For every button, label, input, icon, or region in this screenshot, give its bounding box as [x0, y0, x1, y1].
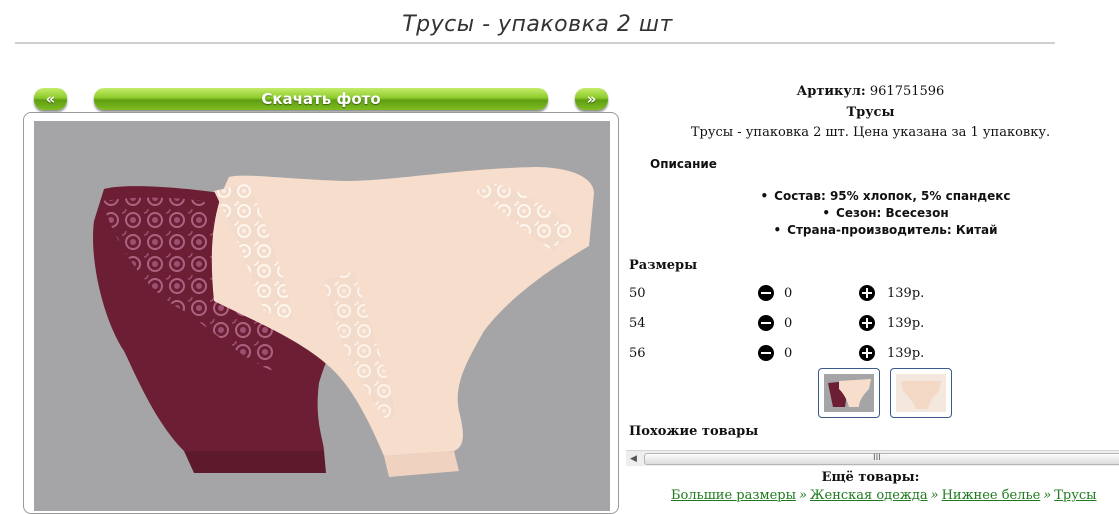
quantity-value: 0: [784, 316, 793, 331]
size-value: 50: [629, 286, 646, 301]
feature-season: Сезон: Всесезон: [622, 206, 1119, 220]
more-products-heading: Ещё товары:: [821, 470, 920, 485]
size-value: 56: [629, 346, 646, 361]
product-photo-image: [93, 167, 595, 477]
plus-circle-icon[interactable]: [859, 315, 875, 331]
product-description: Трусы - упаковка 2 шт. Цена указана за 1…: [690, 125, 1051, 140]
article-label: Артикул:: [796, 84, 866, 99]
thumbnail-image: [824, 374, 874, 412]
link-panties[interactable]: Трусы: [1054, 488, 1096, 503]
price-value: 139р.: [887, 316, 925, 331]
similar-scrollbar[interactable]: ◀ III: [626, 450, 1119, 466]
minus-circle-icon[interactable]: [758, 315, 774, 331]
photo-thumbnail-2[interactable]: [890, 368, 952, 418]
photo-frame: [23, 112, 619, 514]
link-underwear[interactable]: Нижнее белье: [942, 488, 1041, 503]
link-womens-clothing[interactable]: Женская одежда: [810, 488, 928, 503]
size-row: 56 0 139р.: [622, 343, 1119, 363]
description-heading: Описание: [650, 157, 717, 171]
scroll-grip: III: [873, 453, 881, 463]
page-title: Трусы - упаковка 2 шт: [402, 12, 673, 37]
quantity-value: 0: [784, 346, 793, 361]
download-photo-button[interactable]: Скачать фото: [94, 88, 548, 110]
scroll-left-arrow-icon[interactable]: ◀: [626, 451, 641, 466]
size-row: 50 0 139р.: [622, 283, 1119, 303]
plus-circle-icon[interactable]: [859, 285, 875, 301]
title-divider: [15, 42, 1055, 44]
quantity-value: 0: [784, 286, 793, 301]
sizes-heading: Размеры: [629, 258, 698, 273]
size-row: 54 0 139р.: [622, 313, 1119, 333]
prev-photo-button[interactable]: «: [34, 88, 67, 110]
scroll-thumb[interactable]: III: [644, 453, 1119, 465]
feature-composition: Состав: 95% хлопок, 5% спандекс: [622, 189, 1119, 203]
plus-circle-icon[interactable]: [859, 345, 875, 361]
article-value: 961751596: [869, 84, 945, 99]
feature-country: Страна-производитель: Китай: [622, 223, 1119, 237]
similar-heading: Похожие товары: [629, 424, 759, 439]
price-value: 139р.: [887, 346, 925, 361]
link-big-sizes[interactable]: Большие размеры: [671, 488, 796, 503]
minus-circle-icon[interactable]: [758, 345, 774, 361]
minus-circle-icon[interactable]: [758, 285, 774, 301]
size-value: 54: [629, 316, 646, 331]
photo-thumbnail-1[interactable]: [818, 368, 880, 418]
more-products-links: Большие размеры» Женская одежда» Нижнее бе…: [671, 488, 1097, 503]
price-value: 139р.: [887, 286, 925, 301]
thumbnail-image: [896, 374, 946, 412]
next-photo-button[interactable]: »: [575, 88, 608, 110]
product-name: Трусы: [846, 105, 895, 120]
product-photo[interactable]: [34, 121, 610, 511]
article-line: Артикул: 961751596: [622, 84, 1119, 99]
